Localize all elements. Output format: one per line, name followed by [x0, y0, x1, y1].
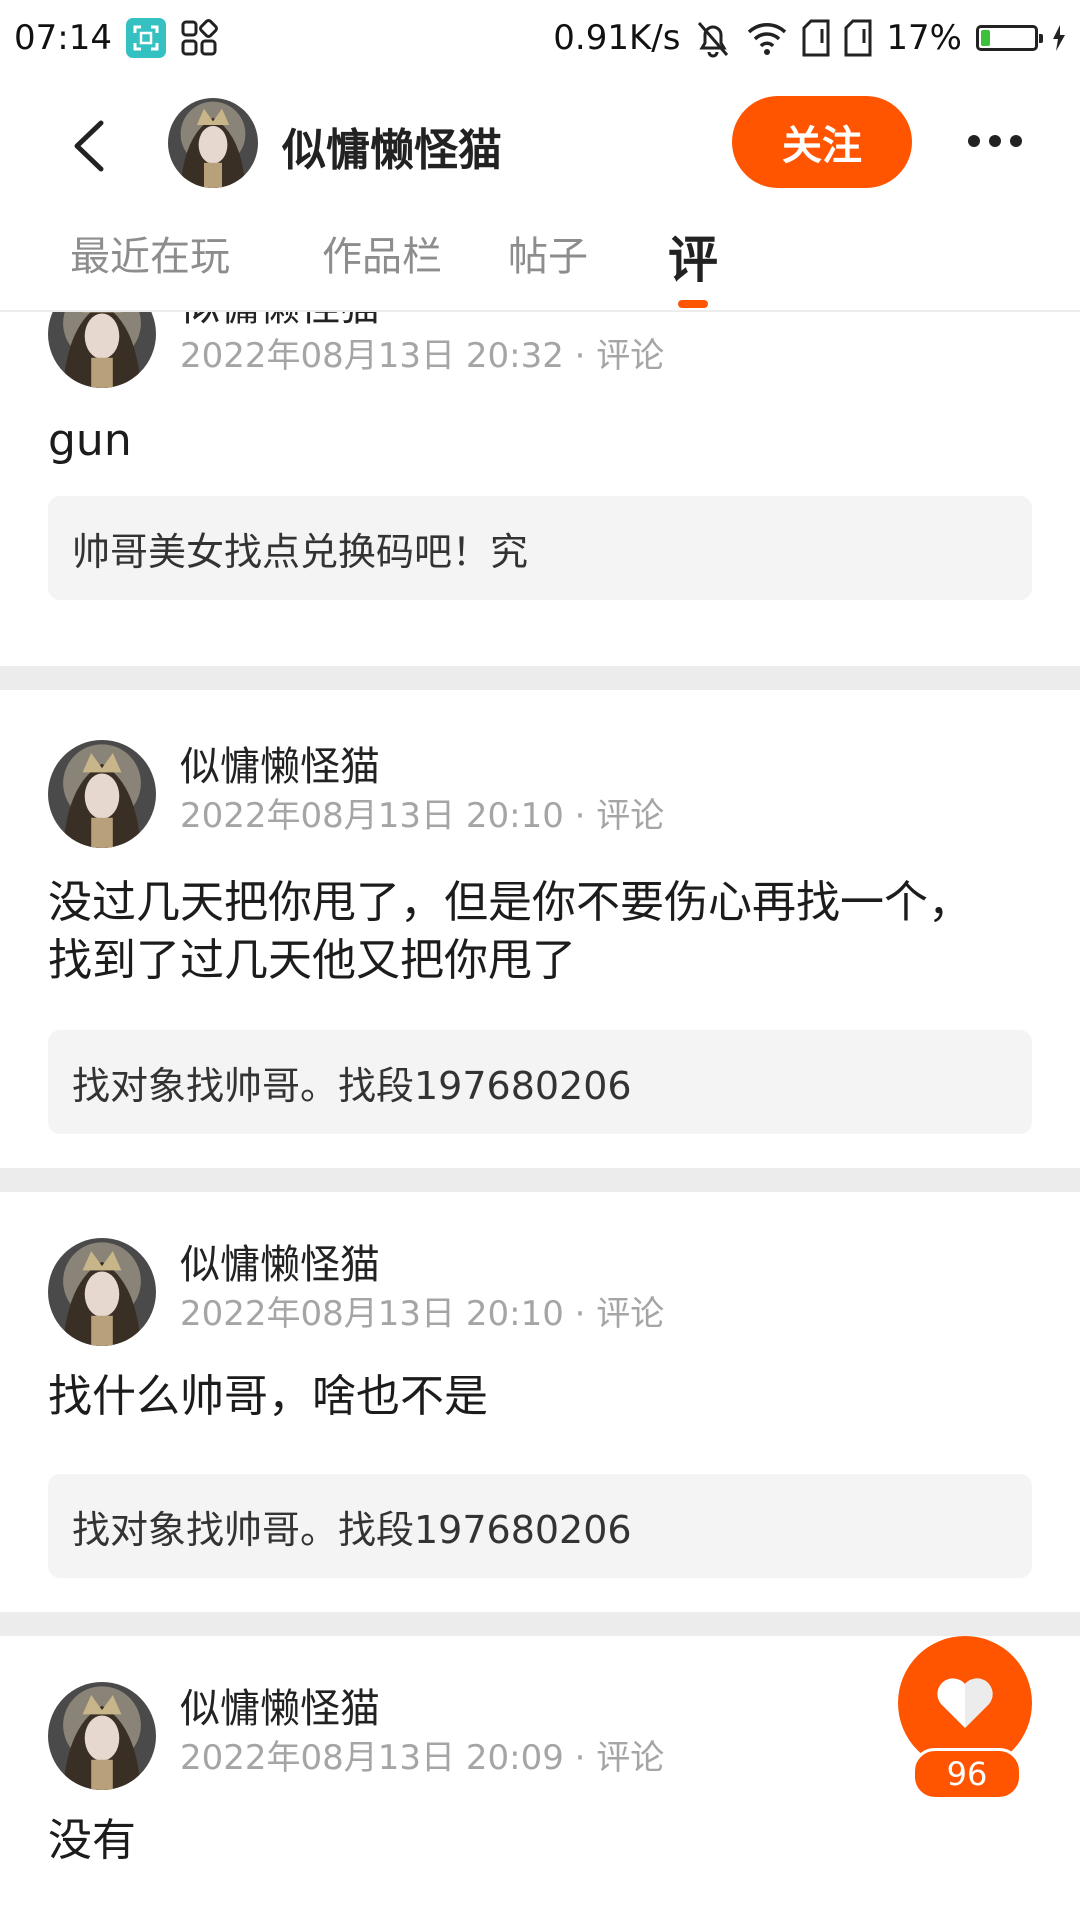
list-item[interactable]: 似慵懒怪猫 2022年08月13日 20:10 · 评论 找什么帅哥，啥也不是 … [0, 1192, 1080, 1612]
divider [0, 666, 1080, 690]
avatar-image [168, 98, 258, 188]
battery-percent: 17% [886, 18, 962, 58]
avatar-image [48, 740, 156, 848]
chevron-left-icon [74, 120, 104, 172]
post-type: 评论 [596, 1738, 665, 1778]
heart-icon [937, 1678, 993, 1728]
status-left: 07:14 [14, 18, 218, 58]
avatar-image [48, 312, 156, 388]
more-options-button[interactable] [960, 116, 1030, 166]
author-name: 似慵懒怪猫 [180, 744, 380, 790]
profile-header: 似慵懒怪猫 关注 [0, 76, 1080, 214]
post-meta: 2022年08月13日 20:09 · 评论 [180, 1730, 664, 1779]
quoted-post[interactable]: 找对象找帅哥。找段197680206 [48, 1474, 1032, 1578]
bell-off-icon [698, 22, 729, 58]
status-bar: 07:14 0.91K/s 17% [0, 0, 1080, 76]
author-name: 似慵懒怪猫 [180, 1242, 380, 1288]
sim1-icon [802, 19, 830, 57]
screenshot-app-icon [125, 18, 166, 58]
meta-dot: · [574, 336, 597, 376]
net-speed: 0.91K/s [553, 18, 681, 58]
comment-text: 没过几天把你甩了，但是你不要伤心再找一个，找到了过几天他又把你甩了 [48, 877, 972, 986]
battery-icon [976, 25, 1043, 51]
like-count-badge: 96 [912, 1748, 1022, 1800]
post-date: 2022年08月13日 20:09 [180, 1738, 564, 1778]
list-item[interactable]: 似慵懒怪猫 2022年08月13日 20:10 · 评论 没过几天把你甩了，但是… [0, 690, 1080, 1170]
avatar-image [48, 1682, 156, 1790]
list-item[interactable]: 似慵懒怪猫 2022年08月13日 20:32 · 评论 gun 帅哥美女找点兑… [0, 312, 1080, 602]
post-type: 评论 [596, 336, 665, 376]
more-dot-icon [968, 135, 980, 147]
meta-dot: · [574, 1294, 597, 1334]
post-type: 评论 [596, 796, 665, 836]
avatar-image [48, 1238, 156, 1346]
post-type: 评论 [596, 1294, 665, 1334]
divider [0, 1612, 1080, 1636]
battery-level [981, 30, 990, 46]
tab-posts[interactable]: 帖子 [508, 224, 588, 282]
charging-icon [1053, 25, 1065, 51]
apps-grid-icon [181, 19, 218, 56]
tab-works[interactable]: 作品栏 [322, 224, 442, 282]
comment-text: gun [48, 415, 132, 466]
divider [0, 1168, 1080, 1192]
tab-comments[interactable]: 评 [668, 220, 718, 292]
quoted-post[interactable]: 找对象找帅哥。找段197680206 [48, 1030, 1032, 1134]
avatar[interactable] [48, 1682, 156, 1790]
quoted-post[interactable]: 帅哥美女找点兑换码吧！究 [48, 496, 1032, 600]
post-meta: 2022年08月13日 20:32 · 评论 [180, 328, 664, 377]
profile-username: 似慵懒怪猫 [282, 125, 502, 176]
back-button[interactable] [58, 111, 118, 181]
tab-recently-played[interactable]: 最近在玩 [70, 224, 230, 282]
comment-text: 没有 [48, 1815, 136, 1866]
avatar[interactable] [48, 312, 156, 388]
author-name: 似慵懒怪猫 [180, 1686, 380, 1732]
active-tab-indicator [678, 300, 708, 308]
profile-tabs: 最近在玩 作品栏 帖子 评 [0, 214, 1080, 312]
post-date: 2022年08月13日 20:32 [180, 336, 564, 376]
more-dot-icon [989, 135, 1001, 147]
meta-dot: · [574, 1738, 597, 1778]
post-date: 2022年08月13日 20:10 [180, 1294, 564, 1334]
post-meta: 2022年08月13日 20:10 · 评论 [180, 788, 664, 837]
avatar[interactable] [48, 1238, 156, 1346]
avatar[interactable] [168, 98, 258, 188]
post-meta: 2022年08月13日 20:10 · 评论 [180, 1286, 664, 1335]
status-time: 07:14 [14, 18, 112, 58]
meta-dot: · [574, 796, 597, 836]
more-dot-icon [1010, 135, 1022, 147]
status-right: 0.91K/s 17% [553, 18, 1066, 58]
post-date: 2022年08月13日 20:10 [180, 796, 564, 836]
follow-button[interactable]: 关注 [732, 96, 912, 188]
comment-text: 找什么帅哥，啥也不是 [48, 1371, 488, 1422]
wifi-icon [748, 23, 787, 55]
sim2-icon [844, 19, 872, 57]
avatar[interactable] [48, 740, 156, 848]
